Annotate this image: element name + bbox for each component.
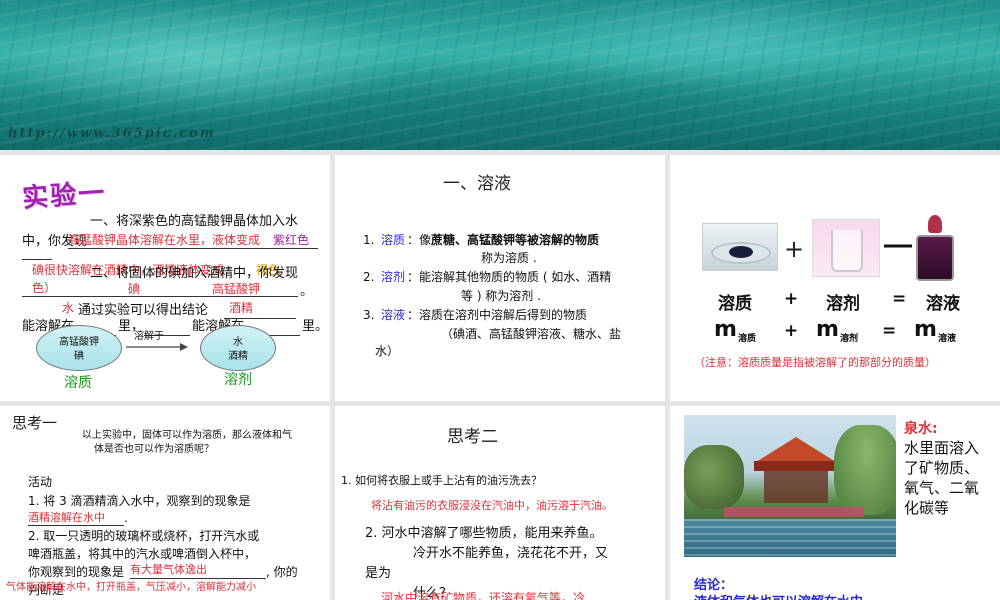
item-1-line-2: 称为溶质 . xyxy=(481,251,537,265)
mass-sub-solvent: 溶剂 xyxy=(840,334,859,344)
item-3-line-3: 水） xyxy=(375,344,400,358)
spring-pavilion-photo xyxy=(684,415,896,557)
answer-color-end: 色） xyxy=(32,281,57,295)
question-2: 2. 河水中溶解了哪些物质，能用来养鱼。 xyxy=(365,526,603,541)
word-equals: = xyxy=(892,289,907,309)
panel-experiment-one: 实验一 一、将深紫色的高锰酸钾晶体加入水 中，你发现 高锰酸钾晶体溶解在水里，液… xyxy=(0,155,330,401)
activity-2-line-3b: , 你的 xyxy=(266,565,298,579)
answer-kmno4-dissolve: 高锰酸钾晶体溶解在水里，液体变成 xyxy=(68,233,261,247)
crystal-shape xyxy=(729,246,753,258)
answer-alcohol: 酒精 xyxy=(229,301,254,315)
term-solvent: 溶剂 xyxy=(381,270,406,284)
spring-pool-shape xyxy=(684,519,896,557)
item-3-number: 3. xyxy=(363,308,375,322)
item-3-text: ：溶质在溶剂中溶解后得到的物质 xyxy=(407,308,588,322)
kmno4-solution-photo xyxy=(912,213,958,285)
solute-iodine-label: 碘 xyxy=(74,351,84,362)
solvent-caption: 溶剂 xyxy=(224,372,252,388)
answer-1: 将沾有油污的衣服浸没在汽油中，油污溶于汽油。 xyxy=(371,499,613,512)
panel-heading: 思考二 xyxy=(447,427,498,447)
activity-2-answer-2: 气体能溶解在水中，打开瓶盖，气压减小，溶解能力减小 xyxy=(6,582,256,593)
panel-spring-water: 泉水: 水里面溶入了矿物质、氧气、二氧化碳等 结论： 液体和气体也可以溶解在水中 xyxy=(670,406,1000,600)
slide-page: http://www.365pic.com 实验一 一、将深紫色的高锰酸钾晶体加… xyxy=(0,0,1000,600)
mass-sub-solute: 溶质 xyxy=(738,334,757,344)
exp-line-5d: 里。 xyxy=(302,319,329,334)
mass-symbol-2: m xyxy=(816,317,839,342)
beaker-shape xyxy=(831,230,863,272)
panel-mass-equation: + 溶质 + 溶剂 = 溶液 m 溶质 + m 溶剂 = m 溶液 （注意：溶质… xyxy=(670,155,1000,401)
item-3-line-2: （碘酒、高锰酸钾溶液、糖水、盐 xyxy=(441,327,622,341)
solvent-water-label: 水 xyxy=(233,337,243,348)
conclusion-text: 液体和气体也可以溶解在水中 xyxy=(694,591,863,600)
question-2b: 冷开水不能养鱼，浇花花不开，又 xyxy=(413,546,609,561)
answer-kmno4: 高锰酸钾 xyxy=(212,282,261,296)
solvent-alcohol-label: 酒精 xyxy=(228,351,248,362)
panel-think-two: 思考二 1. 如何将衣服上或手上沾有的油污洗去？ 将沾有油污的衣服浸没在汽油中，… xyxy=(335,406,665,600)
water-banner-image: http://www.365pic.com xyxy=(0,0,1000,150)
solute-caption: 溶质 xyxy=(64,375,92,391)
water-beaker-photo xyxy=(812,219,880,277)
solvent-ellipse: 水 酒精 xyxy=(200,325,276,371)
item-2-line-2: 等 ) 称为溶剂 . xyxy=(461,289,541,303)
word-solute: 溶质 xyxy=(718,294,752,314)
watermark: http://www.365pic.com xyxy=(8,126,216,141)
kmno4-crystal-photo xyxy=(702,223,778,271)
exp-line-3: 二、将固体的碘加入酒精中，你发现 xyxy=(90,266,299,281)
activity-2-line-1: 2. 取一只透明的玻璃杯或烧杯，打开汽水或 xyxy=(28,529,260,543)
term-solution: 溶液 xyxy=(381,308,406,322)
exp-line-3-end: 。 xyxy=(300,284,314,299)
experiment-title: 实验一 xyxy=(21,178,108,214)
panel-heading: 一、溶液 xyxy=(443,174,511,194)
blank-underline xyxy=(68,248,318,249)
word-solvent: 溶剂 xyxy=(826,294,860,314)
activity-1-dot: . xyxy=(124,511,128,525)
answer-water: 水 xyxy=(62,301,75,315)
spring-title: 泉水: xyxy=(904,421,938,437)
question-line-1: 以上实验中，固体可以作为溶质，那么液体和气 xyxy=(82,430,292,441)
item-1-text: ：像 xyxy=(407,233,432,247)
mass-symbol-1: m xyxy=(714,317,737,342)
question-1: 1. 如何将衣服上或手上沾有的油污洗去？ xyxy=(341,474,542,487)
plus-sign: + xyxy=(784,235,805,263)
mass-symbol-3: m xyxy=(914,317,937,342)
arrow-label: 溶解于 xyxy=(134,331,164,342)
item-1-bold: 蔗糖、高锰酸钾等被溶解的物质 xyxy=(431,233,600,247)
item-2-text: ：能溶解其他物质的物质 ( 如水、酒精 xyxy=(407,270,612,284)
mass-plus: + xyxy=(784,321,799,341)
question-line-2: 体是否也可以作为溶质呢？ xyxy=(94,444,214,455)
solute-ellipse: 高锰酸钾 碘 xyxy=(36,325,122,371)
mass-note: （注意：溶质质量是指被溶解了的那部分的质量） xyxy=(694,356,936,369)
panel-think-one: 思考一 以上实验中，固体可以作为溶质，那么液体和气 体是否也可以作为溶质呢？ 活… xyxy=(0,406,330,600)
answer-purple-red: 紫红色 xyxy=(273,233,310,247)
spring-description: 水里面溶入了矿物质、氧气、二氧化碳等 xyxy=(904,439,980,517)
flower-bed-shape xyxy=(724,507,864,517)
question-2c: 是为 xyxy=(365,566,392,581)
panel-solution-definition: 一、溶液 1. 溶质 ：像 蔗糖、高锰酸钾等被溶解的物质 称为溶质 . 2. 溶… xyxy=(335,155,665,401)
answer-2: 河水中溶有矿物质，还溶有氧气等，冷 xyxy=(381,591,586,600)
item-1-number: 1. xyxy=(363,233,375,247)
word-plus: + xyxy=(784,289,799,309)
pavilion-roof-shape xyxy=(754,437,838,463)
pavilion-body-shape xyxy=(764,471,828,503)
pavilion-eave-shape xyxy=(754,461,838,471)
flask-shape xyxy=(916,235,954,281)
mass-sub-solution: 溶液 xyxy=(938,334,957,344)
dropper-bulb-shape xyxy=(928,215,942,233)
exp-line-1: 一、将深紫色的高锰酸钾晶体加入水 xyxy=(90,214,299,229)
panel-heading: 思考一 xyxy=(12,414,58,432)
term-solute: 溶质 xyxy=(381,233,406,247)
activity-2-answer: 有大量气体逸出 xyxy=(130,563,207,576)
tree-left-shape xyxy=(684,445,744,509)
mass-equals: = xyxy=(882,321,897,341)
solute-kmno4-label: 高锰酸钾 xyxy=(59,337,99,348)
item-2-number: 2. xyxy=(363,270,375,284)
word-solution: 溶液 xyxy=(926,294,960,314)
answer-iodine: 碘 xyxy=(128,282,141,296)
activity-label: 活动 xyxy=(28,475,53,489)
willow-tree-shape xyxy=(834,425,896,515)
